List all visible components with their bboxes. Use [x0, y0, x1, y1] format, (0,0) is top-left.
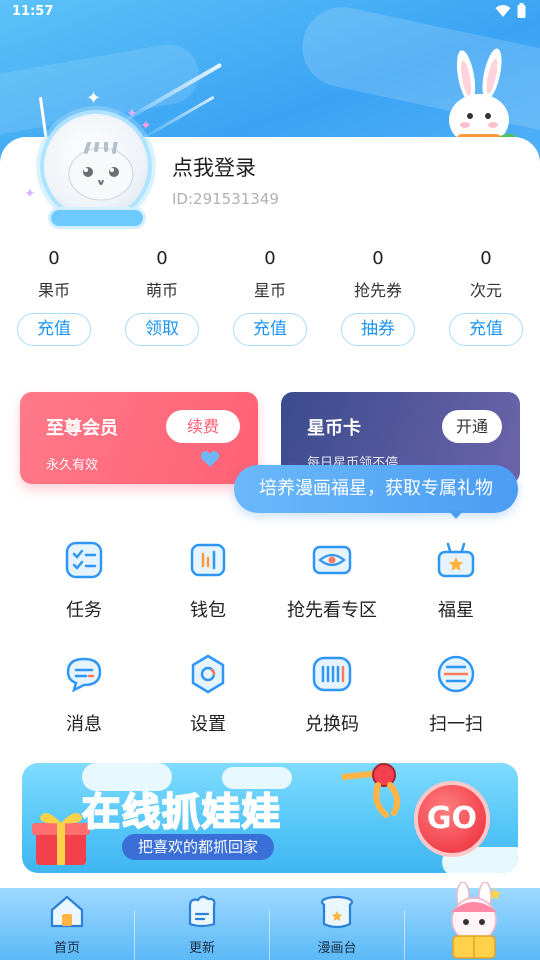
grid-item-message[interactable]: 消息 — [22, 652, 146, 736]
function-grid: 任务 钱包 抢先看专区 福星 消息 设置 兑换码 扫一扫 — [22, 538, 518, 736]
grid-label: 抢先看专区 — [287, 600, 377, 621]
go-button[interactable]: GO — [414, 781, 490, 857]
lucky-star-icon — [437, 542, 475, 578]
lucky-star-tooltip[interactable]: 培养漫画福星，获取专属礼物 — [234, 465, 518, 513]
tooltip-tail — [448, 510, 464, 519]
stat-xingbi: 0 星币 充值 — [216, 248, 324, 346]
avatar-helmet-base — [48, 207, 146, 229]
stat-label: 萌币 — [145, 281, 178, 300]
grid-item-preview-zone[interactable]: 抢先看专区 — [270, 538, 394, 622]
preview-zone-icon — [312, 545, 352, 575]
sparkle-icon: ✦ — [86, 88, 102, 109]
redeem-code-icon — [312, 656, 352, 692]
recharge-xingbi-button[interactable]: 充值 — [233, 313, 307, 346]
home-icon — [50, 895, 84, 928]
grid-item-scan[interactable]: 扫一扫 — [394, 652, 518, 736]
grid-item-lucky-star[interactable]: 福星 — [394, 538, 518, 622]
tab-divider — [404, 910, 405, 960]
stat-qiangxianquan: 0 抢先券 抽券 — [324, 248, 432, 346]
stat-value: 0 — [480, 248, 492, 269]
claw-machine-banner[interactable]: 在线抓娃娃 把喜欢的都抓回家 GO — [22, 763, 518, 873]
status-icons — [495, 3, 526, 18]
grid-item-task[interactable]: 任务 — [22, 538, 146, 622]
claw-icon — [342, 763, 401, 818]
vip-title: 至尊会员 — [46, 418, 118, 439]
vip-card[interactable]: 至尊会员 永久有效 续费 — [20, 392, 258, 484]
grid-item-settings[interactable]: 设置 — [146, 652, 270, 736]
settings-icon — [191, 654, 225, 694]
stat-value: 0 — [156, 248, 168, 269]
grid-label: 任务 — [66, 600, 102, 621]
grid-label: 福星 — [438, 600, 474, 621]
grid-label: 兑换码 — [305, 714, 359, 735]
draw-coupon-button[interactable]: 抽券 — [341, 313, 415, 346]
stat-value: 0 — [372, 248, 384, 269]
grid-label: 消息 — [66, 714, 102, 735]
battery-icon — [517, 3, 526, 18]
currency-stats: 0 果币 充值 0 萌币 领取 0 星币 充值 0 抢先券 抽券 0 次元 充值 — [0, 248, 540, 346]
banner-subline: 把喜欢的都抓回家 — [122, 834, 275, 860]
scan-icon — [437, 655, 475, 693]
tab-update[interactable]: 更新 — [135, 888, 269, 960]
bunny-reader-icon[interactable] — [437, 882, 513, 960]
tab-label: 漫画台 — [317, 941, 357, 956]
status-time: 11:57 — [12, 4, 54, 19]
message-icon — [66, 657, 102, 693]
sparkle-icon: ✦ — [24, 186, 36, 202]
sparkle-icon: ✦ — [140, 118, 152, 134]
avatar[interactable] — [40, 110, 152, 222]
stat-ciyuan: 0 次元 充值 — [432, 248, 540, 346]
manhua-icon — [320, 895, 354, 929]
update-icon — [188, 895, 216, 928]
stat-value: 0 — [264, 248, 276, 269]
task-icon — [65, 541, 103, 579]
stat-value: 0 — [48, 248, 60, 269]
claim-mengbi-button[interactable]: 领取 — [125, 313, 199, 346]
banner-headline: 在线抓娃娃 — [81, 789, 283, 835]
grid-item-wallet[interactable]: 钱包 — [146, 538, 270, 622]
grid-item-redeem-code[interactable]: 兑换码 — [270, 652, 394, 736]
heart-icon — [200, 451, 220, 467]
rabbit-avatar-icon — [68, 142, 134, 201]
tab-manhua[interactable]: 漫画台 — [270, 888, 404, 960]
tab-label: 首页 — [53, 941, 80, 956]
tab-home[interactable]: 首页 — [0, 888, 134, 960]
recharge-ciyuan-button[interactable]: 充值 — [449, 313, 523, 346]
stat-label: 星币 — [253, 281, 286, 300]
stat-label: 次元 — [469, 281, 502, 300]
stat-label: 抢先券 — [353, 281, 402, 300]
wifi-icon — [495, 4, 511, 17]
status-bar: 11:57 — [0, 0, 540, 24]
login-prompt[interactable]: 点我登录 — [172, 152, 256, 182]
stat-mengbi: 0 萌币 领取 — [108, 248, 216, 346]
grid-label: 钱包 — [190, 600, 226, 621]
activate-button[interactable]: 开通 — [442, 410, 502, 443]
recharge-guobi-button[interactable]: 充值 — [17, 313, 91, 346]
wallet-icon — [190, 543, 226, 577]
tab-label: 更新 — [188, 941, 215, 956]
stat-guobi: 0 果币 充值 — [0, 248, 108, 346]
grid-label: 设置 — [190, 714, 226, 735]
renew-button[interactable]: 续费 — [166, 410, 240, 443]
vip-subtitle: 永久有效 — [46, 458, 99, 473]
user-id: ID:291531349 — [172, 190, 279, 208]
stat-label: 果币 — [37, 281, 70, 300]
star-card-title: 星币卡 — [307, 418, 361, 439]
grid-label: 扫一扫 — [429, 714, 483, 735]
